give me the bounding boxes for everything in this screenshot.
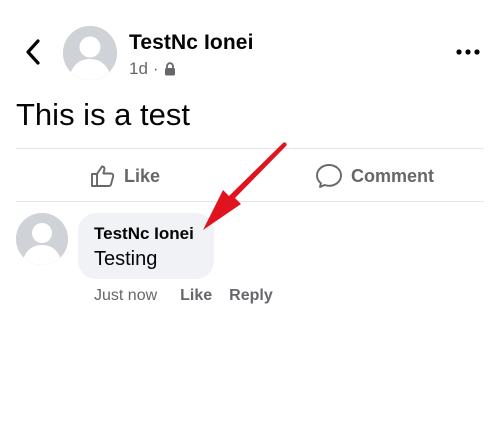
lock-icon <box>164 62 175 76</box>
comment-author-name[interactable]: TestNc Ionei <box>94 224 194 244</box>
comment-button[interactable]: Comment <box>315 157 434 195</box>
comment-like-button[interactable]: Like <box>180 287 212 305</box>
post-time: 1d <box>129 59 148 78</box>
author-avatar[interactable] <box>63 26 117 80</box>
more-options-button[interactable] <box>452 40 484 64</box>
comment-bubble-icon <box>316 164 342 188</box>
comment-text: Testing <box>94 248 158 270</box>
commenter-avatar[interactable] <box>16 213 68 265</box>
comment-actions: Just now Like Reply <box>94 287 273 305</box>
annotation-arrow-icon <box>203 142 287 230</box>
post-author-name[interactable]: TestNc Ionei <box>129 31 254 55</box>
meta-separator: · <box>152 59 159 78</box>
like-label: Like <box>124 165 161 186</box>
post-meta: 1d · <box>129 59 176 79</box>
more-dots-icon <box>456 49 480 55</box>
thumbs-up-icon <box>91 165 115 187</box>
post-text: This is a test <box>16 97 190 132</box>
like-button[interactable]: Like <box>90 157 160 195</box>
back-button[interactable] <box>18 36 48 68</box>
default-avatar-icon <box>63 26 117 80</box>
chevron-left-icon <box>26 39 40 65</box>
comment-reply-button[interactable]: Reply <box>229 287 273 305</box>
comment-time: Just now <box>94 287 158 304</box>
comment-label: Comment <box>351 165 435 186</box>
default-avatar-icon <box>16 213 68 265</box>
